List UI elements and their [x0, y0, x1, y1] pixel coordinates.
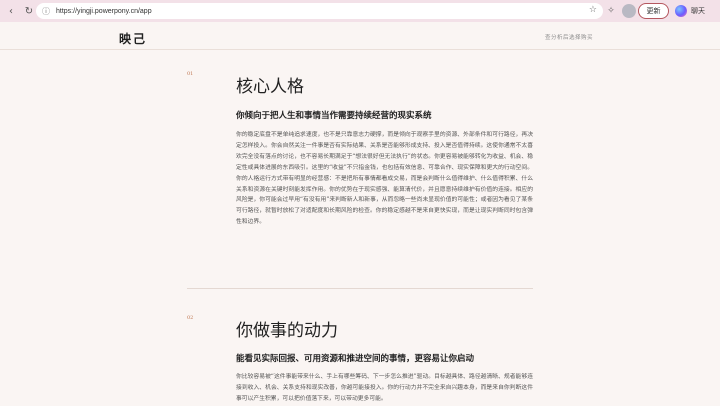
- section-body: 你的稳定底盘不是单纯追求速度，也不是只靠意志力硬撑，而是倾向于观察手里的资源、外…: [236, 132, 533, 226]
- section-subtitle: 你倾向于把人生和事情当作需要持续经营的现实系统: [236, 111, 432, 121]
- section-body: 你比较容易被“这件事能带来什么、手上有哪些筹码、下一步怎么推进”驱动。目标越具体…: [236, 374, 533, 402]
- header-link[interactable]: 查分析后选择购买: [545, 33, 593, 41]
- chat-orb-icon: [675, 5, 687, 17]
- section-number: 02: [187, 315, 194, 321]
- bookmark-star-icon[interactable]: ☆: [589, 5, 597, 15]
- section-title: 核心人格: [236, 77, 304, 97]
- address-bar[interactable]: ⓘ https://yingji.powerpony.cn/app ☆: [36, 3, 603, 19]
- chat-label: 聊天: [691, 7, 705, 15]
- update-button[interactable]: 更新: [638, 3, 669, 19]
- site-header: 映己 查分析后选择购买: [0, 22, 720, 50]
- update-label: 更新: [646, 7, 661, 15]
- section-number: 01: [187, 71, 194, 77]
- back-icon[interactable]: ‹: [4, 4, 18, 18]
- chat-button[interactable]: 聊天: [675, 4, 705, 18]
- reload-icon[interactable]: ↻: [22, 4, 36, 18]
- extensions-icon[interactable]: ✧: [604, 4, 618, 18]
- url-text: https://yingji.powerpony.cn/app: [56, 7, 152, 15]
- profile-avatar[interactable]: [622, 4, 636, 18]
- section-motivation: 02 你做事的动力 能看见实际回报、可用资源和推进空间的事情，更容易让你启动 你…: [187, 300, 533, 406]
- section-subtitle: 能看见实际回报、可用资源和推进空间的事情，更容易让你启动: [236, 354, 475, 364]
- section-divider: [187, 288, 533, 289]
- site-info-icon[interactable]: ⓘ: [42, 6, 52, 16]
- section-core-personality: 01 核心人格 你倾向于把人生和事情当作需要持续经营的现实系统 你的稳定底盘不是…: [187, 60, 533, 280]
- section-title: 你做事的动力: [236, 321, 338, 341]
- browser-toolbar: ‹ ↻ ⓘ https://yingji.powerpony.cn/app ☆ …: [0, 0, 720, 22]
- site-logo[interactable]: 映己: [119, 30, 147, 47]
